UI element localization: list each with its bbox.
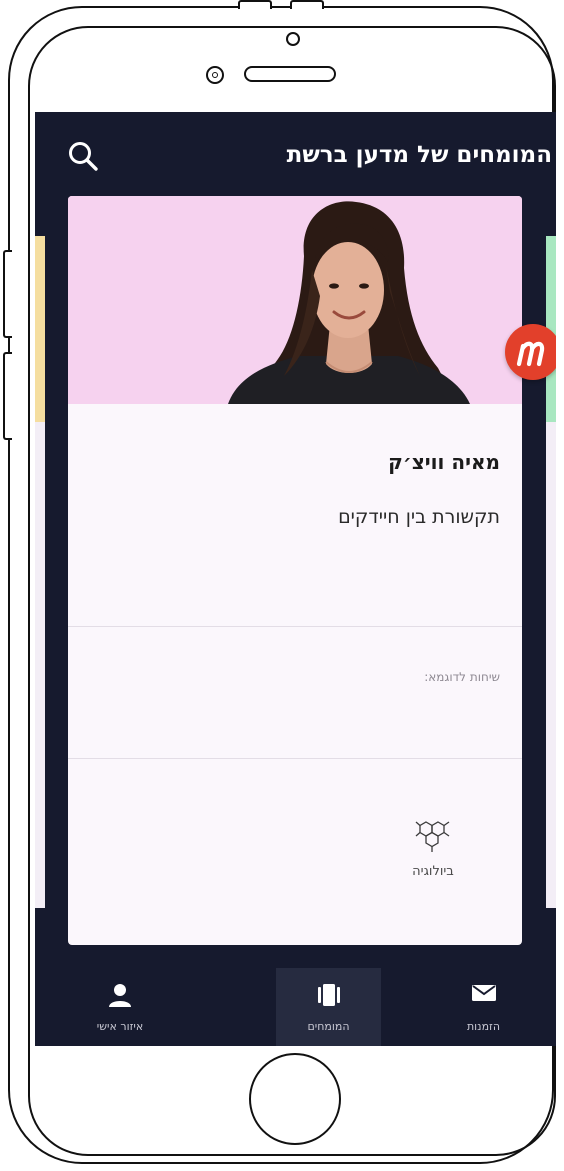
nav-item-personal-area[interactable]: איזור אישי bbox=[35, 968, 205, 1046]
cards-icon bbox=[317, 984, 340, 1006]
nav-label: המומחים bbox=[307, 1020, 350, 1033]
expert-portrait bbox=[68, 196, 522, 404]
expert-card[interactable]: מאיה וויצ׳ק תקשורת בין חיידקים שיחות לדו… bbox=[68, 196, 522, 945]
user-icon bbox=[109, 984, 131, 1007]
subject-tag[interactable]: ביולוגיה bbox=[393, 816, 473, 892]
front-camera bbox=[206, 66, 224, 84]
molecule-icon bbox=[415, 821, 450, 852]
top-button-left bbox=[238, 0, 272, 9]
search-button[interactable] bbox=[65, 138, 103, 176]
prev-card-peek[interactable] bbox=[35, 236, 45, 422]
app-screen: המומחים של מדען ברשת מאיה וויצ׳ק תקשורת … bbox=[35, 112, 556, 1046]
expert-topic: תקשורת בין חיידקים bbox=[338, 506, 500, 528]
expert-photo bbox=[68, 196, 522, 404]
nav-item-experts[interactable]: המומחים bbox=[276, 968, 381, 1046]
section-divider bbox=[68, 758, 522, 759]
earpiece-speaker bbox=[244, 66, 336, 82]
bottom-navigation: הזמנות המומחים איזור אישי bbox=[35, 968, 556, 1046]
top-button-right bbox=[290, 0, 324, 9]
sensor-dot bbox=[286, 32, 300, 46]
volume-up-button bbox=[3, 250, 12, 338]
section-divider bbox=[68, 626, 522, 627]
nav-label: איזור אישי bbox=[96, 1020, 144, 1033]
volume-down-button bbox=[3, 352, 12, 440]
search-icon bbox=[69, 142, 98, 171]
app-header: המומחים של מדען ברשת bbox=[35, 112, 556, 196]
subject-label: ביולוגיה bbox=[412, 864, 454, 879]
examples-label: שיחות לדוגמא: bbox=[424, 670, 500, 684]
nav-label: הזמנות bbox=[466, 1020, 501, 1033]
m-badge-logo[interactable] bbox=[505, 324, 556, 380]
envelope-icon bbox=[471, 985, 496, 1001]
next-card-peek-body[interactable] bbox=[546, 422, 556, 908]
nav-item-invitations[interactable]: הזמנות bbox=[411, 968, 556, 1046]
page-title: המומחים של מדען ברשת bbox=[286, 142, 552, 168]
prev-card-peek-body[interactable] bbox=[35, 422, 45, 908]
home-button[interactable] bbox=[249, 1053, 341, 1145]
m-logo-icon bbox=[516, 341, 545, 367]
expert-name: מאיה וויצ׳ק bbox=[388, 450, 500, 474]
